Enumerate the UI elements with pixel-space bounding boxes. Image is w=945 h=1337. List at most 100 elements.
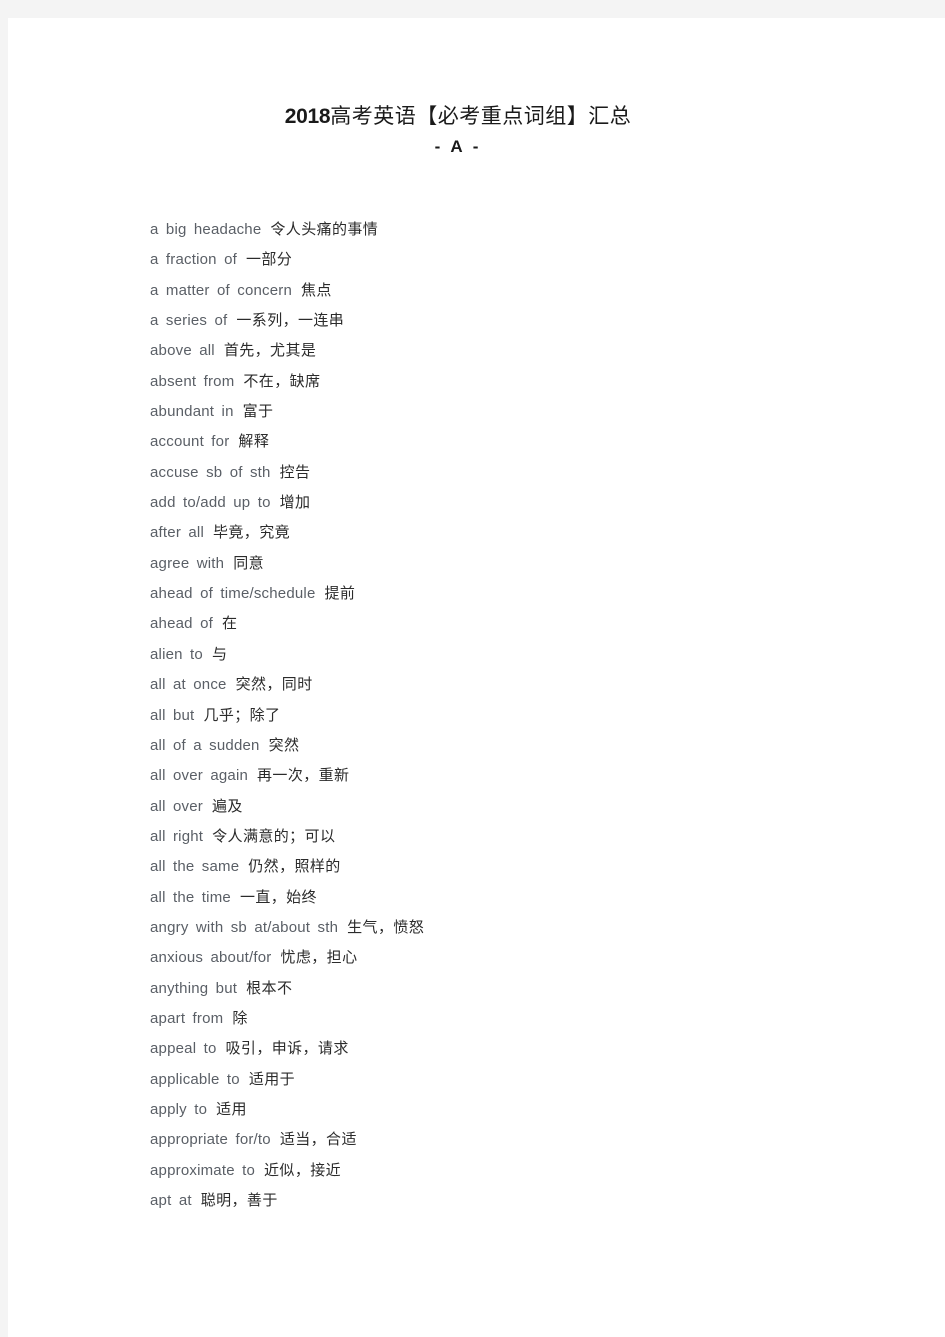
entry-translation: 首先，尤其是 [223,341,317,360]
entry-translation: 生气，愤怒 [347,917,425,936]
vocabulary-entry: alien to 与 [150,639,890,669]
entry-translation: 与 [211,644,228,663]
entry-translation: 除 [232,1008,248,1027]
vocabulary-entry: after all 毕竟，究竟 [150,517,890,547]
entry-phrase: a fraction of [150,251,237,269]
vocabulary-entry: all over again 再一次，重新 [150,760,890,790]
entry-phrase: approximate to [150,1161,256,1179]
vocabulary-entry: absent from 不在，缺席 [150,366,890,396]
vocabulary-entry: all over 遍及 [150,791,890,821]
vocabulary-entry: ahead of time/schedule 提前 [150,578,890,608]
vocabulary-entry: agree with 同意 [150,548,890,578]
vocabulary-entry: account for 解释 [150,426,890,456]
entry-phrase: all the same [150,858,240,876]
entry-phrase: applicable to [150,1070,240,1088]
vocabulary-entry: appeal to 吸引，申诉，请求 [150,1033,890,1063]
entry-translation: 毕竟，究竟 [213,523,291,542]
entry-phrase: all the time [150,888,231,906]
entry-phrase: all right [150,827,204,845]
vocabulary-list: a big headache 令人头痛的事情 a fraction of 一部分 a m… [150,214,890,1215]
entry-translation: 适用 [216,1099,247,1118]
entry-phrase: all over again [150,767,249,785]
entry-phrase: absent from [150,372,235,390]
entry-phrase: ahead of time/schedule [150,585,316,603]
entry-translation: 几乎；除了 [203,705,281,724]
entry-translation: 令人满意的；可以 [212,826,336,845]
entry-translation: 富于 [242,402,274,421]
entry-translation: 再一次，重新 [257,766,350,785]
entry-phrase: all but [150,706,195,724]
entry-translation: 仍然，照样的 [248,857,341,876]
entry-translation: 令人头痛的事情 [270,220,379,238]
entry-phrase: angry with sb at/about sth [150,918,339,936]
entry-translation: 近似，接近 [264,1160,342,1179]
vocabulary-entry: all but 几乎；除了 [150,700,890,730]
entry-phrase: appeal to [150,1040,217,1058]
section-letter-heading: - A - [434,137,482,156]
vocabulary-entry: all the same 仍然，照样的 [150,851,890,881]
entry-translation: 适当，合适 [279,1130,357,1149]
entry-phrase: account for [150,433,230,451]
vocabulary-entry: a matter of concern 焦点 [150,275,890,305]
entry-translation: 一系列，一连串 [236,311,345,330]
entry-phrase: agree with [150,554,225,572]
vocabulary-entry: all right 令人满意的；可以 [150,821,890,851]
vocabulary-entry: a fraction of 一部分 [150,244,890,274]
vocabulary-entry: abundant in 富于 [150,396,890,426]
entry-phrase: a matter of concern [150,281,293,299]
entry-translation: 适用于 [248,1069,296,1088]
entry-translation: 一部分 [245,250,293,269]
vocabulary-entry: all at once 突然，同时 [150,669,890,699]
title-block: 2018高考英语【必考重点词组】汇总 - A - [8,102,908,157]
entry-phrase: all over [150,797,203,815]
vocabulary-entry: appropriate for/to 适当，合适 [150,1124,890,1154]
entry-translation: 遍及 [211,796,243,815]
vocabulary-entry: a big headache 令人头痛的事情 [150,214,890,244]
entry-translation: 根本不 [246,978,293,997]
entry-translation: 忧虑，担心 [280,948,358,967]
entry-translation: 突然，同时 [235,675,313,694]
entry-translation: 不在，缺席 [243,371,321,390]
vocabulary-entry: a series of 一系列，一连串 [150,305,890,335]
entry-translation: 一直，始终 [239,887,317,906]
entry-translation: 提前 [324,584,356,603]
entry-phrase: apart from [150,1009,224,1027]
vocabulary-entry: apart from 除 [150,1003,890,1033]
entry-phrase: above all [150,342,215,360]
entry-translation: 吸引，申诉，请求 [225,1039,349,1058]
entry-translation: 解释 [238,432,270,451]
vocabulary-entry: all the time 一直，始终 [150,882,890,912]
entry-phrase: anxious about/for [150,949,272,967]
vocabulary-entry: anxious about/for 忧虑，担心 [150,942,890,972]
vocabulary-entry: accuse sb of sth 控告 [150,457,890,487]
vocabulary-entry: anything but 根本不 [150,973,890,1003]
entry-phrase: accuse sb of sth [150,463,271,481]
vocabulary-entry: all of a sudden 突然 [150,730,890,760]
entry-phrase: alien to [150,645,203,663]
document-page: 2018高考英语【必考重点词组】汇总 - A - a big headache 令… [8,18,945,1337]
entry-phrase: all at once [150,676,227,694]
entry-translation: 控告 [279,462,311,481]
vocabulary-entry: apt at 聪明，善于 [150,1185,890,1215]
entry-phrase: abundant in [150,403,234,421]
entry-phrase: ahead of [150,615,213,633]
entry-translation: 焦点 [301,280,332,299]
entry-phrase: apply to [150,1100,208,1118]
entry-phrase: appropriate for/to [150,1131,271,1149]
entry-translation: 增加 [279,493,311,512]
vocabulary-entry: angry with sb at/about sth 生气，愤怒 [150,912,890,942]
entry-phrase: a series of [150,312,228,330]
entry-translation: 在 [222,614,238,633]
entry-phrase: anything but [150,979,238,997]
entry-translation: 突然 [268,735,300,754]
entry-phrase: a big headache [150,221,262,238]
vocabulary-entry: add to/add up to 增加 [150,487,890,517]
entry-phrase: add to/add up to [150,494,271,512]
title-year: 2018 [284,105,331,128]
entry-translation: 聪明，善于 [200,1191,278,1209]
vocabulary-entry: apply to 适用 [150,1094,890,1124]
entry-phrase: apt at [150,1192,192,1209]
vocabulary-entry: above all 首先，尤其是 [150,335,890,365]
entry-phrase: after all [150,524,204,542]
entry-phrase: all of a sudden [150,736,260,754]
